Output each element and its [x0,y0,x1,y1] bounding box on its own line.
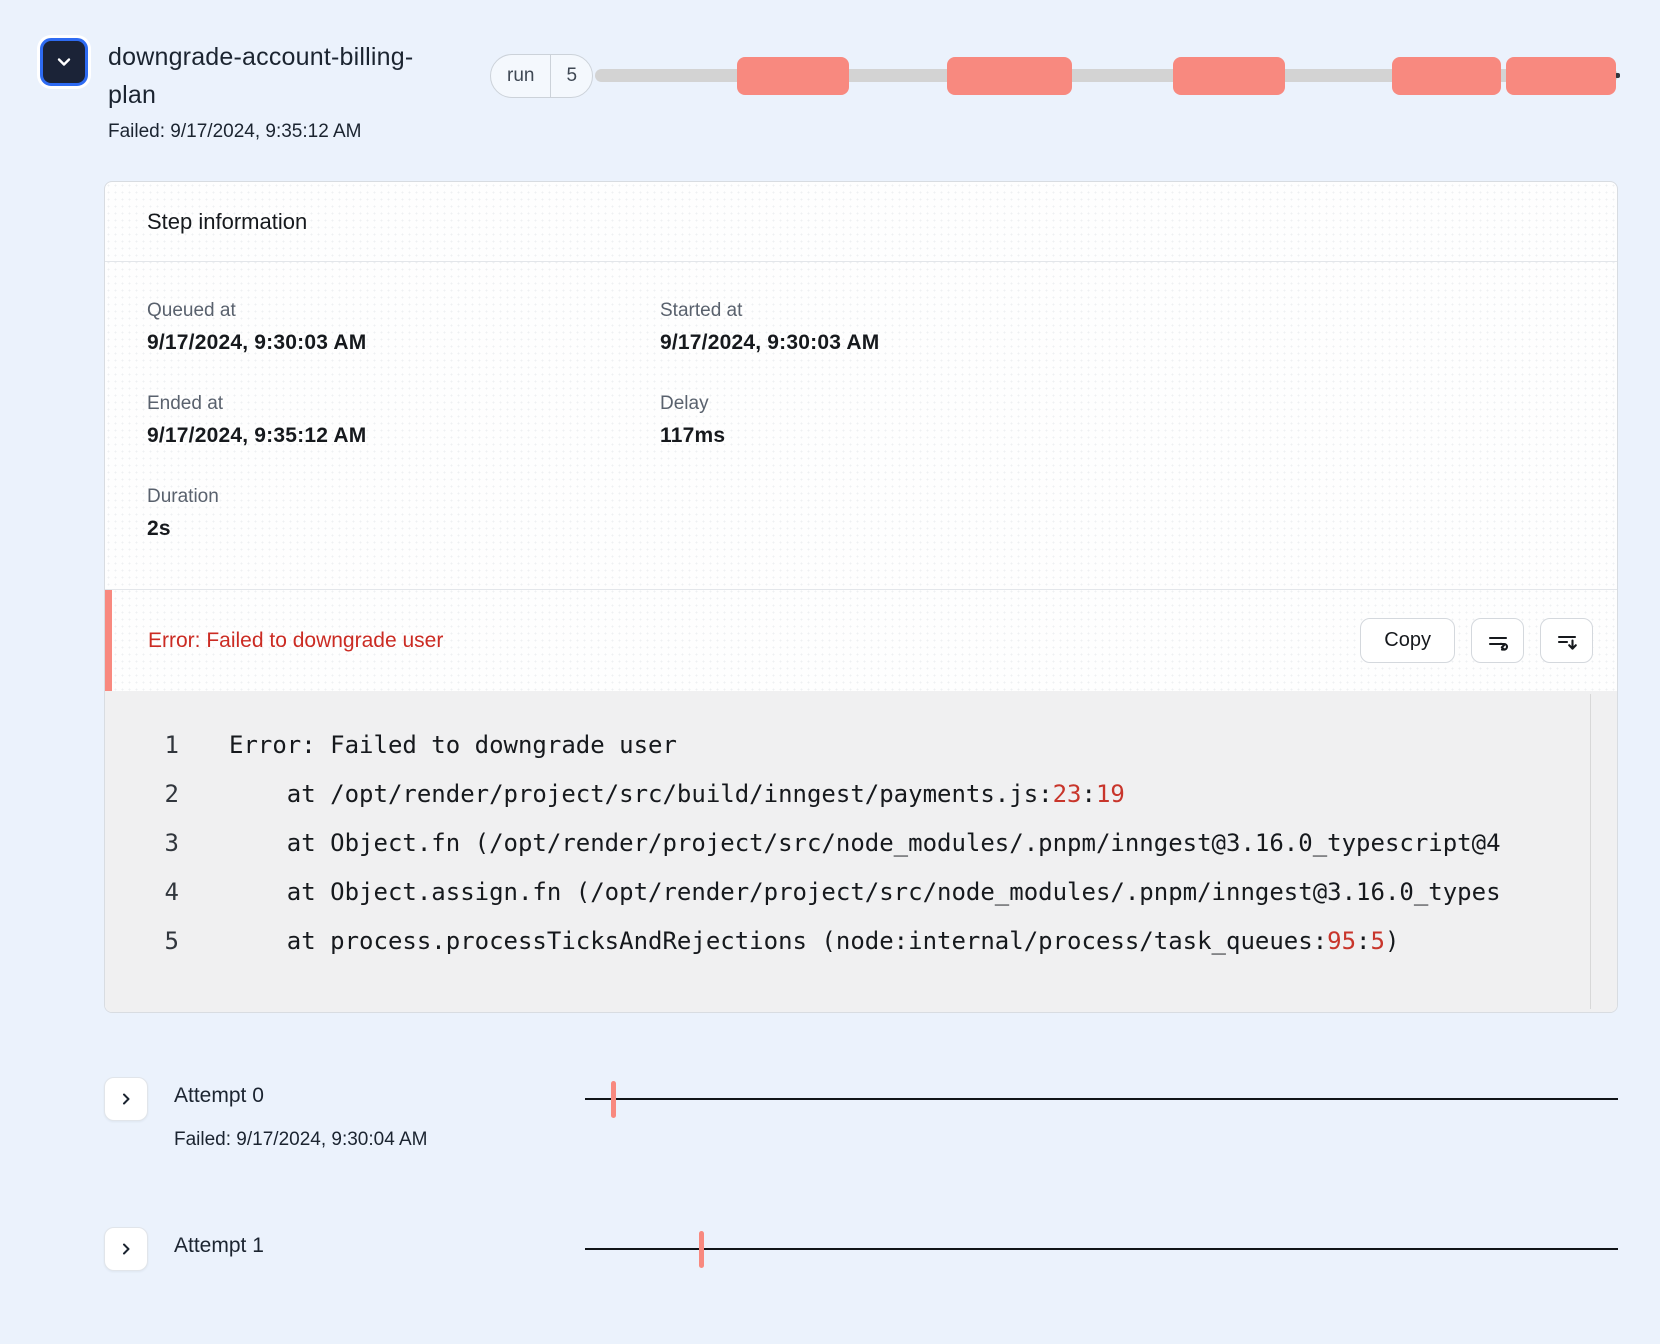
info-field: Ended at 9/17/2024, 9:35:12 AM [147,393,660,448]
attempts-list: Attempt 0 Failed: 9/17/2024, 9:30:04 AM … [104,1077,1618,1271]
timeline-run-segment[interactable] [1506,57,1615,95]
line-text: at Object.assign.fn (/opt/render/project… [229,868,1501,917]
stack-trace-line: 2 at /opt/render/project/src/build/innge… [105,770,1617,819]
step-header: downgrade-account-billing-plan Failed: 9… [0,0,1660,143]
attempt-row: Attempt 1 [104,1227,1618,1271]
line-number: 4 [163,868,179,917]
step-title: downgrade-account-billing-plan [108,38,450,114]
info-field-label: Delay [660,393,1575,415]
line-text: at process.processTicksAndRejections (no… [229,917,1399,966]
attempt-timeline[interactable] [585,1248,1618,1250]
run-count-badge[interactable]: run 5 [490,54,593,98]
attempt-row: Attempt 0 Failed: 9/17/2024, 9:30:04 AM [104,1077,1618,1151]
line-text: at Object.fn (/opt/render/project/src/no… [229,819,1501,868]
run-details-page: downgrade-account-billing-plan Failed: 9… [0,0,1660,1344]
attempt-expand-button[interactable] [104,1227,148,1271]
info-field-value: 9/17/2024, 9:30:03 AM [660,331,1575,355]
stack-trace-line: 4 at Object.assign.fn (/opt/render/proje… [105,868,1617,917]
timeline-run-segment[interactable] [737,57,849,95]
attempt-meta: Attempt 1 [174,1227,264,1258]
timeline-run-segment[interactable] [1392,57,1501,95]
step-information-card: Step information Queued at9/17/2024, 9:3… [104,181,1618,1013]
collapse-step-button[interactable] [40,38,88,86]
line-number: 5 [163,917,179,966]
line-text: Error: Failed to downgrade user [229,721,677,770]
line-number: 1 [163,721,179,770]
info-field-label: Queued at [147,300,660,322]
run-badge-count: 5 [550,55,592,97]
attempt-meta: Attempt 0 Failed: 9/17/2024, 9:30:04 AM [174,1077,428,1151]
info-field-label: Ended at [147,393,660,415]
error-accent-bar [105,590,112,691]
info-field: Started at 9/17/2024, 9:30:03 AM [660,300,1575,355]
chevron-right-icon [118,1091,134,1107]
info-field: Delay 117ms [660,393,1575,448]
line-text: at /opt/render/project/src/build/inngest… [229,770,1125,819]
chevron-right-icon [118,1241,134,1257]
timeline-run-segment[interactable] [1173,57,1285,95]
stack-trace-line: 3 at Object.fn (/opt/render/project/src/… [105,819,1617,868]
stack-trace-line: 1 Error: Failed to downgrade user [105,721,1617,770]
line-number: 3 [163,819,179,868]
stack-trace-block[interactable]: 1Error: Failed to downgrade user2 at /op… [105,691,1617,1012]
step-status: Failed: 9/17/2024, 9:35:12 AM [108,121,450,143]
step-info-grid: Queued at9/17/2024, 9:30:03 AMStarted at… [105,262,1617,589]
attempt-timeline[interactable] [585,1098,1618,1100]
attempt-expand-button[interactable] [104,1077,148,1121]
code-scrollbar-track [1590,694,1591,1009]
title-block: downgrade-account-billing-plan Failed: 9… [108,38,450,143]
run-badge-label: run [491,55,550,97]
error-message: Error: Failed to downgrade user [148,629,443,653]
attempt-failure-tick [699,1231,704,1268]
stack-trace-line: 5 at process.processTicksAndRejections (… [105,917,1617,966]
info-field-value: 117ms [660,424,1575,448]
chevron-down-icon [54,52,74,72]
info-field-label: Duration [147,486,660,508]
run-timeline[interactable] [595,54,1618,98]
info-field: Queued at 9/17/2024, 9:30:03 AM [147,300,660,355]
card-title: Step information [105,182,1617,262]
attempt-failure-tick [611,1081,616,1118]
copy-button[interactable]: Copy [1360,618,1455,663]
timeline-run-segment[interactable] [947,57,1072,95]
scroll-to-bottom-button[interactable] [1540,618,1593,663]
error-banner: Error: Failed to downgrade user Copy [105,589,1617,691]
info-field-value: 2s [147,517,660,541]
line-number: 2 [163,770,179,819]
attempt-status: Failed: 9/17/2024, 9:30:04 AM [174,1129,428,1151]
timeline-area: run 5 [490,54,1618,98]
wrap-text-icon [1486,629,1510,653]
error-actions: Copy [1360,618,1593,663]
info-field-label: Started at [660,300,1575,322]
info-field: Duration 2s [147,486,660,541]
info-field-value: 9/17/2024, 9:30:03 AM [147,331,660,355]
attempt-label: Attempt 0 [174,1084,428,1108]
scroll-to-bottom-icon [1555,629,1579,653]
info-field-value: 9/17/2024, 9:35:12 AM [147,424,660,448]
attempt-label: Attempt 1 [174,1234,264,1258]
wrap-text-button[interactable] [1471,618,1524,663]
